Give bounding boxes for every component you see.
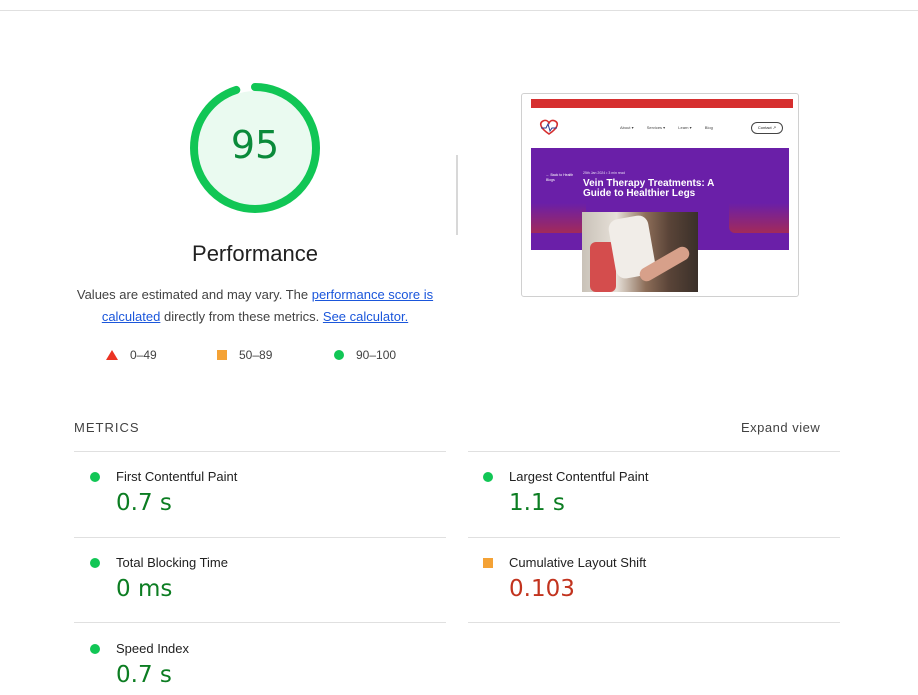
metric-value: 0 ms (116, 576, 173, 602)
page-screenshot-thumbnail[interactable]: About ▾ Services ▾ Learn ▾ Blog Contact … (521, 93, 799, 297)
expand-view-button[interactable]: Expand view (741, 420, 820, 435)
metric-speed-index[interactable]: Speed Index 0.7 s (90, 641, 450, 695)
square-average-icon (217, 350, 227, 360)
metric-value: 0.7 s (116, 662, 172, 688)
circle-pass-icon (90, 558, 100, 568)
metric-name: First Contentful Paint (116, 469, 238, 484)
circle-pass-icon (90, 472, 100, 482)
metrics-divider (468, 451, 840, 452)
performance-score: 95 (230, 123, 280, 167)
description-text-1: Values are estimated and may vary. The (76, 287, 312, 302)
metric-name: Speed Index (116, 641, 190, 656)
metric-value: 0.103 (509, 576, 575, 602)
thumb-contact-button: Contact ↗ (751, 122, 783, 134)
triangle-fail-icon (106, 350, 118, 360)
metric-total-blocking-time[interactable]: Total Blocking Time 0 ms (90, 555, 450, 635)
metrics-divider (74, 622, 446, 623)
thumb-topbar (531, 99, 793, 108)
metrics-divider (468, 622, 840, 623)
metric-cumulative-layout-shift[interactable]: Cumulative Layout Shift 0.103 (483, 555, 843, 635)
vertical-divider (456, 155, 458, 235)
performance-gauge[interactable]: 95 (188, 81, 322, 215)
metrics-heading: METRICS (74, 420, 140, 435)
circle-pass-icon (483, 472, 493, 482)
thumb-nav-item: Services ▾ (646, 125, 666, 130)
metrics-divider (74, 537, 446, 538)
thumb-hero-photo (582, 212, 698, 292)
thumb-date: 25th Jan 2024 • 3 min read (583, 171, 625, 175)
top-divider (0, 10, 918, 11)
thumb-nav-item: Blog (704, 125, 713, 130)
metrics-divider (468, 537, 840, 538)
thumb-nav-item: Learn ▾ (678, 125, 692, 130)
legend-average-label: 50–89 (239, 348, 273, 362)
metric-name: Total Blocking Time (116, 555, 228, 570)
legend-fail-label: 0–49 (130, 348, 157, 362)
square-average-icon (483, 558, 493, 568)
legend-pass: 90–100 (334, 348, 396, 362)
metric-name: Cumulative Layout Shift (509, 555, 647, 570)
thumb-back-link: ← Back to Health Blogs (546, 173, 574, 182)
metrics-divider (74, 451, 446, 452)
see-calculator-link[interactable]: See calculator. (323, 309, 408, 324)
metric-name: Largest Contentful Paint (509, 469, 649, 484)
metric-value: 0.7 s (116, 490, 172, 516)
legend-fail: 0–49 (106, 348, 157, 362)
thumb-nav: About ▾ Services ▾ Learn ▾ Blog (620, 125, 725, 130)
legend-pass-label: 90–100 (356, 348, 397, 362)
metric-value: 1.1 s (509, 490, 565, 516)
thumb-nav-item: About ▾ (620, 125, 634, 130)
score-description: Values are estimated and may vary. The p… (72, 284, 438, 328)
thumb-headline: Vein Therapy Treatments: A Guide to Heal… (583, 178, 714, 199)
description-text-2: directly from these metrics. (160, 309, 323, 324)
gauge-title: Performance (192, 241, 318, 266)
circle-pass-icon (334, 350, 344, 360)
heart-logo-icon (538, 118, 560, 141)
legend-average: 50–89 (217, 348, 272, 362)
circle-pass-icon (90, 644, 100, 654)
